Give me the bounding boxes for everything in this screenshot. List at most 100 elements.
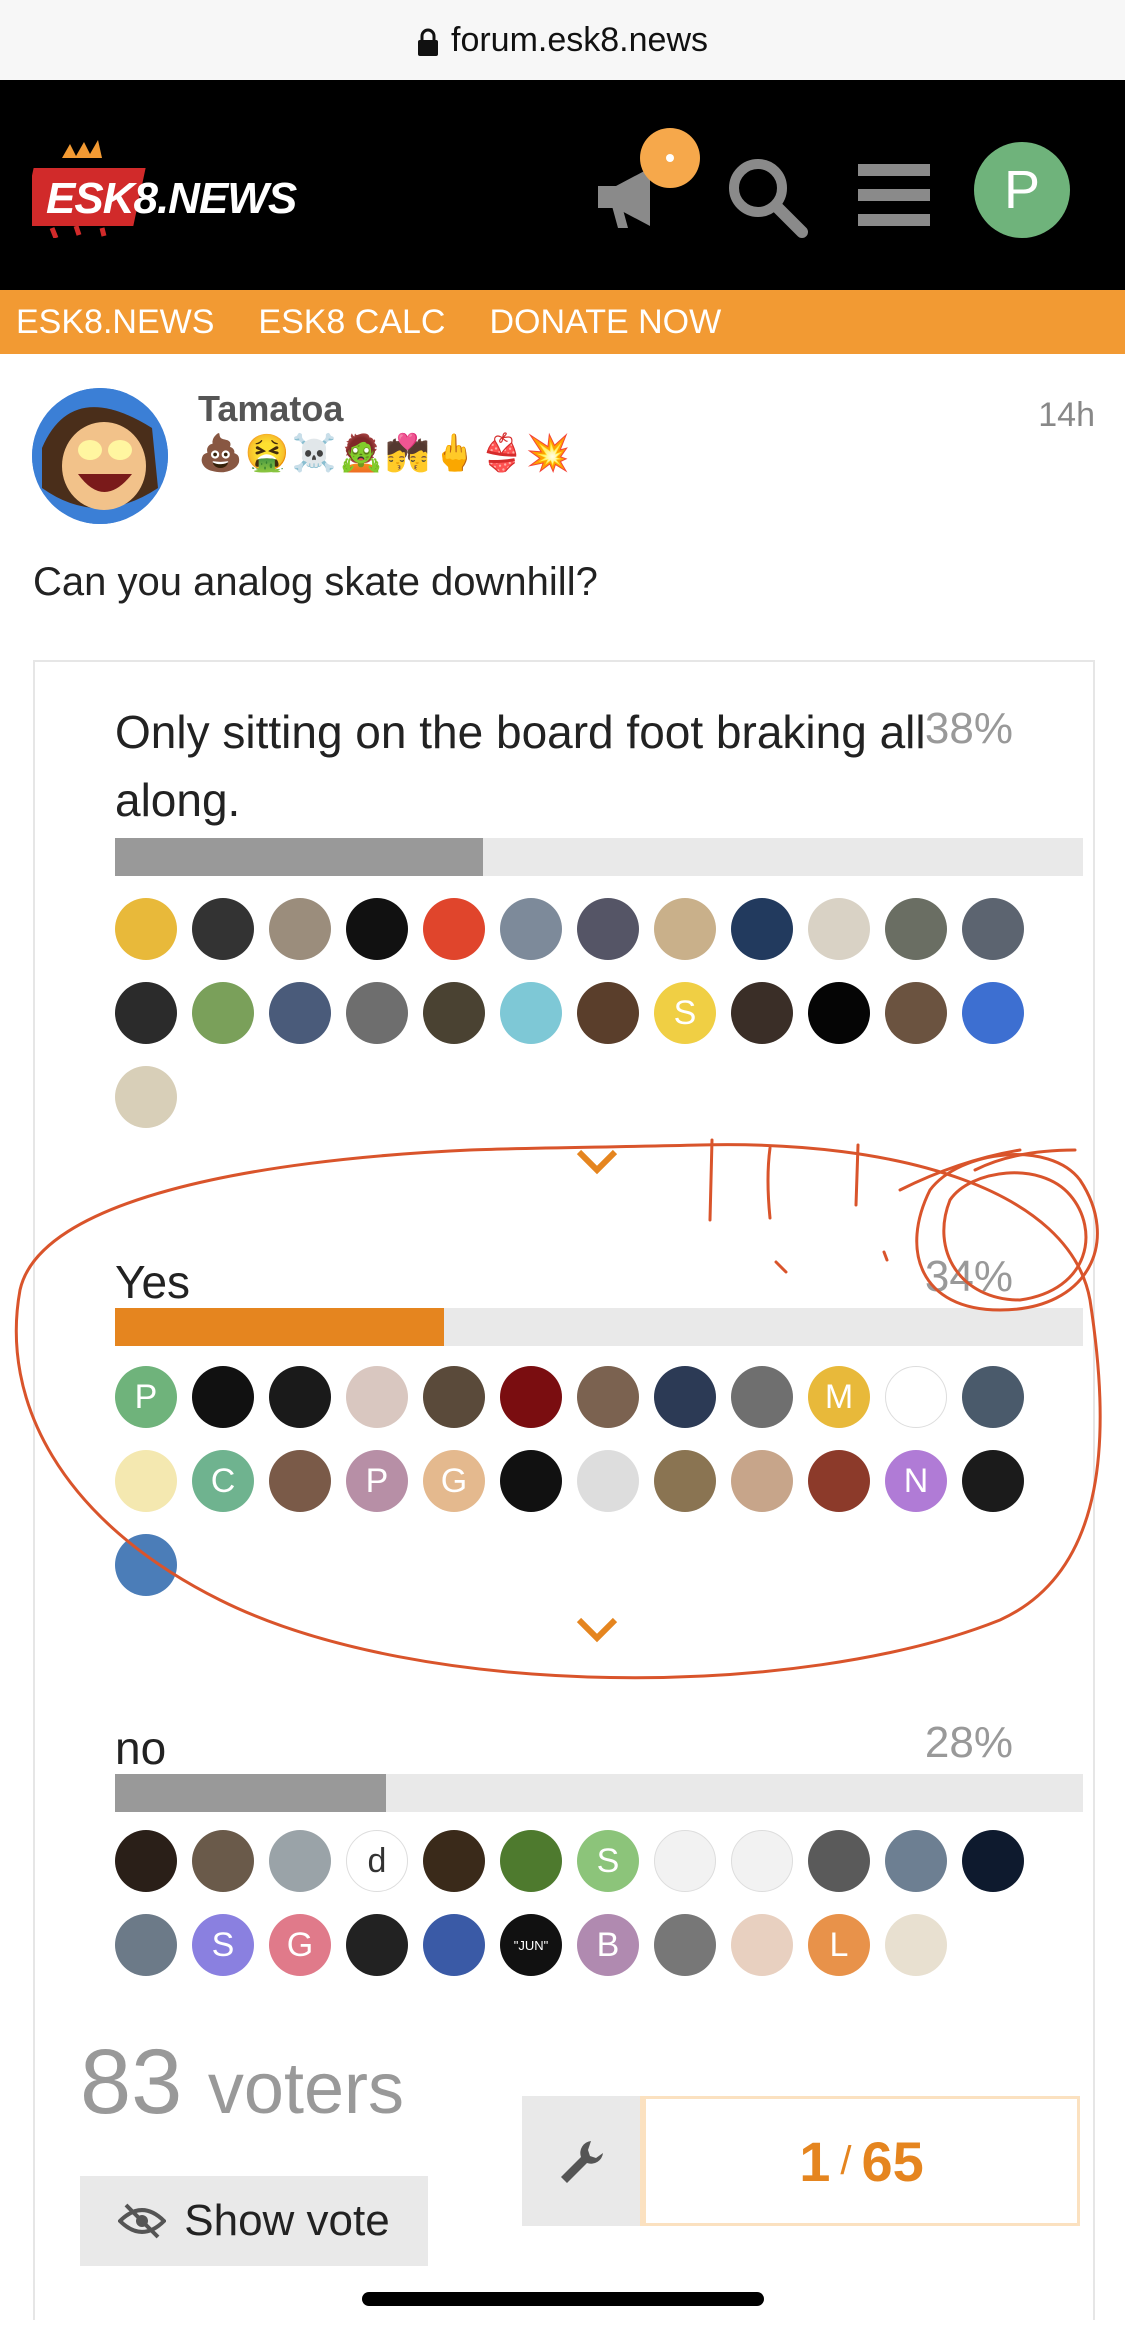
voter-avatar[interactable]: [115, 1450, 177, 1512]
post-text: Can you analog skate downhill?: [33, 560, 598, 604]
voter-avatar[interactable]: [115, 898, 177, 960]
voter-avatar[interactable]: [192, 1830, 254, 1892]
voter-avatar[interactable]: G: [269, 1914, 331, 1976]
voter-avatar[interactable]: [731, 1830, 793, 1892]
voter-avatar[interactable]: [731, 1450, 793, 1512]
voter-avatar[interactable]: C: [192, 1450, 254, 1512]
poster-username[interactable]: Tamatoa: [198, 388, 343, 430]
wrench-icon: [561, 2141, 603, 2183]
chevron-down-icon[interactable]: [575, 1616, 619, 1644]
poll-option-bar: [115, 1308, 1083, 1346]
voter-avatar[interactable]: [115, 1534, 177, 1596]
admin-wrench-button[interactable]: [522, 2096, 640, 2226]
voter-avatar[interactable]: [500, 1830, 562, 1892]
voter-avatar[interactable]: [346, 1914, 408, 1976]
voter-avatar[interactable]: [423, 1366, 485, 1428]
search-icon[interactable]: [724, 154, 810, 240]
voter-avatar[interactable]: [808, 982, 870, 1044]
voter-avatar[interactable]: L: [808, 1914, 870, 1976]
voter-avatar[interactable]: [500, 1366, 562, 1428]
voter-avatar[interactable]: [192, 1366, 254, 1428]
home-indicator[interactable]: [362, 2292, 764, 2306]
voter-avatar[interactable]: N: [885, 1450, 947, 1512]
voter-avatar[interactable]: [885, 1830, 947, 1892]
voter-avatar[interactable]: [731, 982, 793, 1044]
browser-url-bar[interactable]: forum.esk8.news: [0, 0, 1125, 80]
voter-avatar[interactable]: [500, 982, 562, 1044]
voter-avatar[interactable]: [115, 982, 177, 1044]
voter-avatar[interactable]: M: [808, 1366, 870, 1428]
voter-avatar[interactable]: [500, 898, 562, 960]
voter-avatar[interactable]: [885, 898, 947, 960]
voter-avatar[interactable]: [654, 1366, 716, 1428]
voter-avatar[interactable]: P: [115, 1366, 177, 1428]
nav-item-esk8-news[interactable]: ESK8.NEWS: [16, 303, 214, 342]
voter-avatar[interactable]: B: [577, 1914, 639, 1976]
voter-avatar[interactable]: [500, 1450, 562, 1512]
voter-avatar[interactable]: [962, 1450, 1024, 1512]
poll-option-percent: 34%: [924, 1252, 1013, 1301]
nav-item-donate-now[interactable]: DONATE NOW: [489, 303, 721, 342]
voter-avatar[interactable]: S: [654, 982, 716, 1044]
voter-avatar[interactable]: [577, 982, 639, 1044]
voter-avatar[interactable]: [269, 1830, 331, 1892]
voter-avatar[interactable]: [808, 1450, 870, 1512]
voter-avatar[interactable]: [962, 898, 1024, 960]
voter-avatar[interactable]: d: [346, 1830, 408, 1892]
voter-avatar[interactable]: [346, 898, 408, 960]
voter-avatar[interactable]: [808, 898, 870, 960]
voter-avatar[interactable]: [269, 898, 331, 960]
voter-avatar[interactable]: [731, 1366, 793, 1428]
voter-avatar[interactable]: [577, 898, 639, 960]
timeline-separator: /: [840, 2138, 852, 2183]
voter-avatar[interactable]: [962, 1830, 1024, 1892]
voter-avatar[interactable]: [885, 1366, 947, 1428]
voter-avatar[interactable]: [115, 1066, 177, 1128]
show-vote-button[interactable]: Show vote: [80, 2176, 428, 2266]
voter-avatar[interactable]: [654, 898, 716, 960]
voter-avatar[interactable]: [115, 1914, 177, 1976]
lock-icon: [418, 28, 438, 56]
voter-avatar[interactable]: [346, 1366, 408, 1428]
nav-item-esk8-calc[interactable]: ESK8 CALC: [258, 303, 445, 342]
user-avatar[interactable]: P: [974, 142, 1070, 238]
voter-avatar[interactable]: [885, 982, 947, 1044]
voter-avatar[interactable]: [115, 1830, 177, 1892]
voter-avatar[interactable]: S: [577, 1830, 639, 1892]
voter-avatar[interactable]: [654, 1450, 716, 1512]
voter-avatar[interactable]: [654, 1914, 716, 1976]
voter-avatar[interactable]: [192, 982, 254, 1044]
chevron-down-icon[interactable]: [575, 1148, 619, 1176]
voter-avatar[interactable]: [423, 1914, 485, 1976]
voter-avatar[interactable]: [346, 982, 408, 1044]
voter-avatar[interactable]: [423, 898, 485, 960]
poster-avatar[interactable]: [32, 388, 168, 524]
voter-avatar[interactable]: "JUN": [500, 1914, 562, 1976]
voter-avatar[interactable]: G: [423, 1450, 485, 1512]
site-logo[interactable]: ESK8.NEWS: [32, 138, 297, 238]
notification-badge[interactable]: [640, 128, 700, 188]
voter-avatar[interactable]: [885, 1914, 947, 1976]
voter-avatar[interactable]: [269, 1366, 331, 1428]
voter-avatar[interactable]: [269, 1450, 331, 1512]
voter-avatar[interactable]: [808, 1830, 870, 1892]
voter-avatar[interactable]: [577, 1450, 639, 1512]
poll-option-bar: [115, 838, 1083, 876]
post-timestamp[interactable]: 14h: [1038, 396, 1095, 435]
timeline-post-counter[interactable]: 1 / 65: [640, 2096, 1080, 2226]
voter-avatar[interactable]: [962, 982, 1024, 1044]
voter-avatar[interactable]: [962, 1366, 1024, 1428]
voter-avatar[interactable]: [731, 1914, 793, 1976]
hamburger-menu-icon[interactable]: [858, 162, 930, 228]
voter-avatar[interactable]: [269, 982, 331, 1044]
poll-option-label: no: [115, 1722, 167, 1774]
voter-avatar[interactable]: [731, 898, 793, 960]
voter-avatar[interactable]: [577, 1366, 639, 1428]
voter-avatar[interactable]: [654, 1830, 716, 1892]
voter-avatar[interactable]: P: [346, 1450, 408, 1512]
voter-avatar[interactable]: [423, 982, 485, 1044]
voter-avatar[interactable]: S: [192, 1914, 254, 1976]
url-text: forum.esk8.news: [451, 20, 708, 59]
voter-avatar[interactable]: [192, 898, 254, 960]
voter-avatar[interactable]: [423, 1830, 485, 1892]
